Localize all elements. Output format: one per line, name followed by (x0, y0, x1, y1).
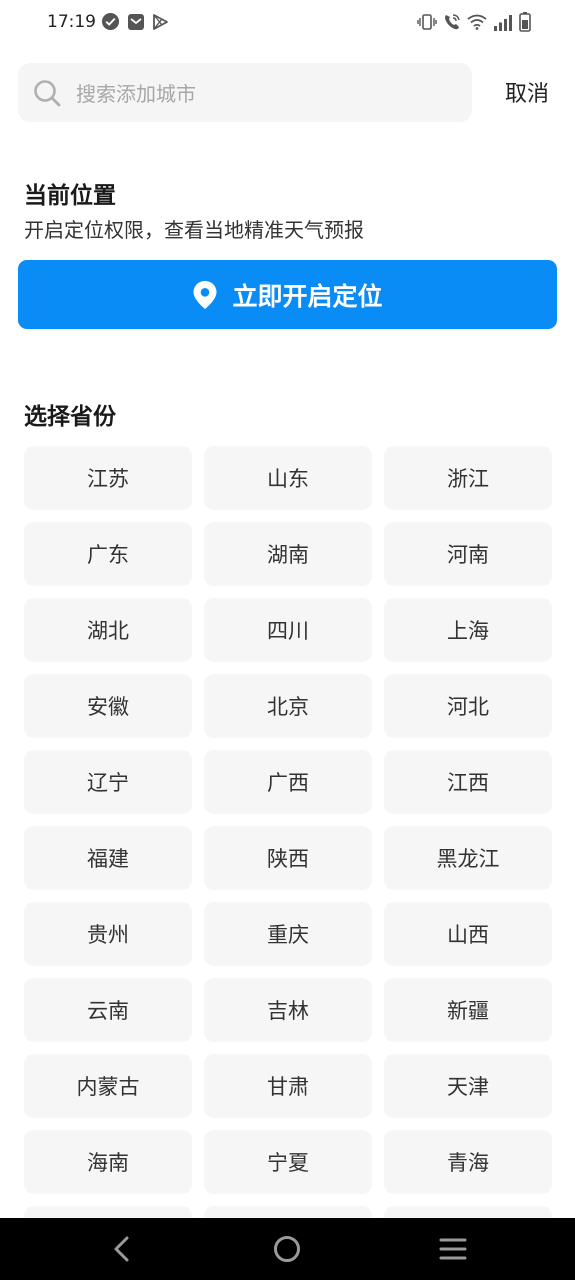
province-item[interactable]: 四川 (204, 598, 372, 662)
status-time: 17:19 (47, 12, 96, 32)
province-item[interactable]: 浙江 (384, 446, 552, 510)
location-permission-hint: 开启定位权限，查看当地精准天气预报 (24, 218, 364, 242)
home-icon (274, 1236, 300, 1262)
province-item[interactable]: 河北 (384, 674, 552, 738)
province-grid: 江苏 山东 浙江广东 湖南 河南湖北 四川 上海安徽 北京 河北辽宁 广西 江西福建 陕西 黑龙江贵州重… (24, 446, 552, 1218)
current-location-title: 当前位置 (24, 183, 116, 209)
wifi-icon (467, 14, 487, 30)
province-item[interactable]: 吉林 (204, 978, 372, 1042)
province-item[interactable]: 北京 (204, 674, 372, 738)
cancel-button[interactable]: 取消 (496, 72, 558, 112)
province-item[interactable]: 江苏 (24, 446, 192, 510)
enable-location-label: 立即开启定位 (232, 281, 383, 311)
play-store-icon (153, 13, 168, 30)
wifi-call-icon (445, 14, 460, 30)
enable-location-button[interactable]: 立即开启定位 (18, 260, 557, 329)
province-item-offscreen[interactable] (24, 1206, 192, 1218)
mail-icon (128, 13, 144, 30)
province-item[interactable]: 山东 (204, 446, 372, 510)
vibrate-icon (417, 14, 437, 30)
province-item[interactable]: 宁夏 (204, 1130, 372, 1194)
province-item[interactable]: 江西 (384, 750, 552, 814)
province-item[interactable]: 广东 (24, 522, 192, 586)
province-item[interactable]: 海南 (24, 1130, 192, 1194)
province-item[interactable]: 内蒙古 (24, 1054, 192, 1118)
province-item[interactable]: 山西 (384, 902, 552, 966)
province-item[interactable]: 湖北 (24, 598, 192, 662)
select-province-title: 选择省份 (24, 404, 116, 430)
search-box[interactable] (18, 63, 472, 124)
search-input[interactable] (74, 63, 458, 124)
back-button[interactable] (102, 1232, 142, 1266)
province-item[interactable]: 湖南 (204, 522, 372, 586)
province-item[interactable]: 辽宁 (24, 750, 192, 814)
province-item[interactable]: 广西 (204, 750, 372, 814)
province-item-offscreen[interactable] (384, 1206, 552, 1218)
province-item[interactable]: 甘肃 (204, 1054, 372, 1118)
province-item[interactable]: 陕西 (204, 826, 372, 890)
navigation-bar (0, 1218, 575, 1280)
battery-icon (519, 12, 531, 32)
menu-icon (439, 1238, 467, 1260)
province-item[interactable]: 福建 (24, 826, 192, 890)
signal-icon (494, 14, 512, 31)
province-item[interactable]: 黑龙江 (384, 826, 552, 890)
home-button[interactable] (267, 1232, 307, 1266)
status-bar: 17:19 (0, 0, 575, 46)
province-item-offscreen[interactable] (204, 1206, 372, 1218)
province-item[interactable]: 安徽 (24, 674, 192, 738)
province-item[interactable]: 上海 (384, 598, 552, 662)
province-item[interactable]: 新疆 (384, 978, 552, 1042)
province-item[interactable]: 青海 (384, 1130, 552, 1194)
menu-button[interactable] (433, 1232, 473, 1266)
province-item[interactable]: 天津 (384, 1054, 552, 1118)
province-item[interactable]: 云南 (24, 978, 192, 1042)
check-circle-icon (101, 12, 120, 31)
back-icon (114, 1236, 129, 1262)
search-icon (34, 80, 61, 107)
province-item[interactable]: 贵州 (24, 902, 192, 966)
province-item[interactable]: 重庆 (204, 902, 372, 966)
location-pin-icon (193, 280, 217, 309)
province-item[interactable]: 河南 (384, 522, 552, 586)
